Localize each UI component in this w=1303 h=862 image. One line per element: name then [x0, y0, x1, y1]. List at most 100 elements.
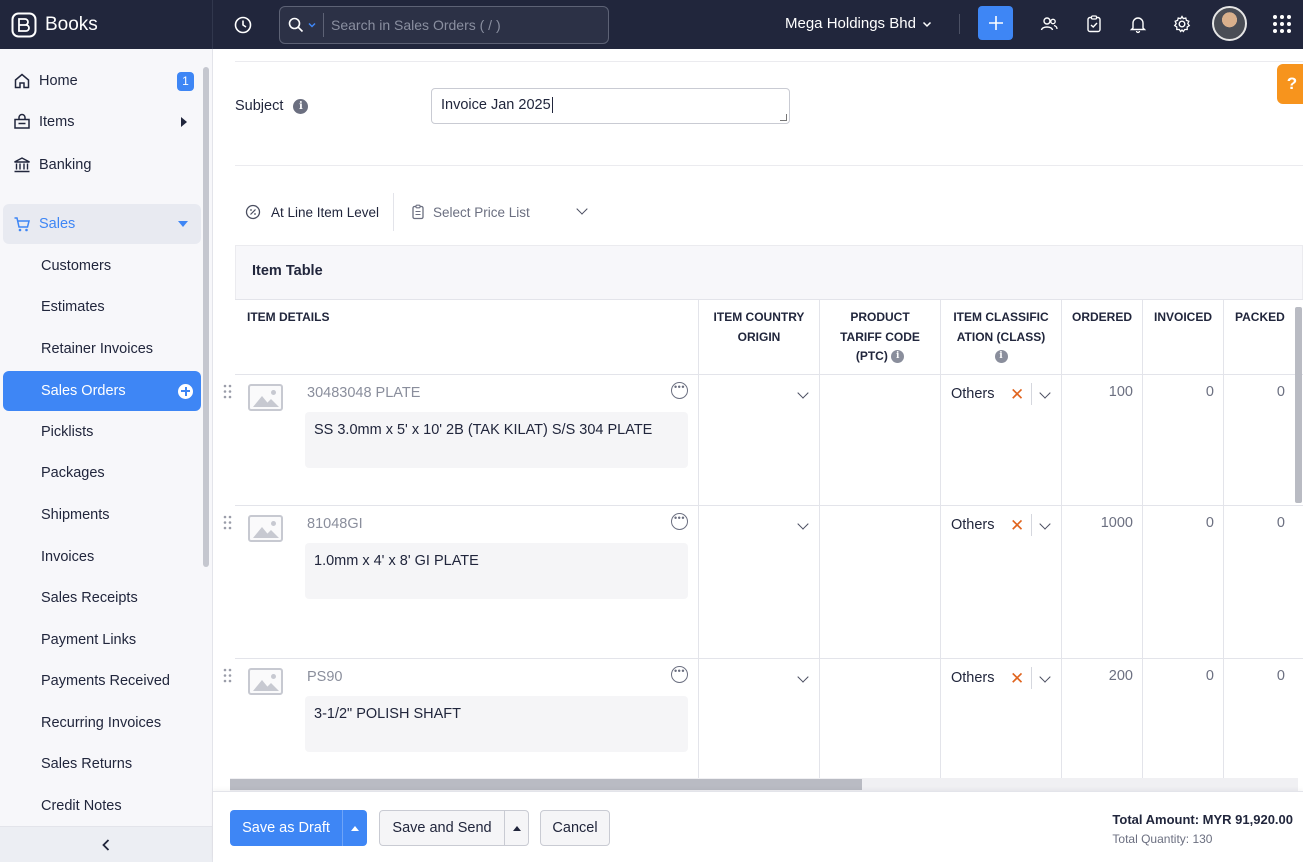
settings-gear-icon[interactable] — [1171, 13, 1193, 35]
item-image-placeholder-icon[interactable] — [248, 668, 283, 695]
sidebar-item-customers[interactable]: Customers — [41, 255, 111, 277]
price-list-select[interactable]: Select Price List — [410, 203, 588, 220]
collapse-sidebar-button[interactable] — [0, 826, 212, 862]
more-options-icon[interactable]: ••• — [671, 666, 688, 683]
sidebar-item-banking[interactable]: Banking — [0, 145, 201, 185]
quick-create-button[interactable] — [978, 6, 1013, 40]
classification-header-text: ITEM CLASSIFICATION (CLASS) — [953, 310, 1049, 344]
item-description[interactable]: SS 3.0mm x 5' x 10' 2B (TAK KILAT) S/S 3… — [305, 412, 688, 468]
clear-classification-icon[interactable]: ✕ — [1010, 516, 1024, 536]
country-origin-dropdown-icon[interactable] — [797, 518, 809, 530]
item-description[interactable]: 3-1/2" POLISH SHAFT — [305, 696, 688, 752]
sidebar-item-sales-receipts[interactable]: Sales Receipts — [41, 587, 138, 609]
sidebar-item-sales-orders[interactable]: Sales Orders — [3, 371, 201, 411]
sidebar-item-shipments[interactable]: Shipments — [41, 504, 110, 526]
classification-dropdown-icon[interactable] — [1039, 518, 1051, 530]
save-and-send-button[interactable]: Save and Send — [380, 820, 504, 836]
item-sku[interactable]: 30483048 PLATE — [307, 385, 420, 401]
cell-divider — [819, 506, 820, 658]
cancel-button[interactable]: Cancel — [540, 810, 610, 846]
subject-field[interactable]: Invoice Jan 2025 — [431, 88, 790, 124]
item-image-placeholder-icon[interactable] — [248, 515, 283, 542]
column-header-packed: PACKED — [1223, 300, 1303, 376]
recent-history-icon[interactable] — [232, 14, 254, 36]
sidebar-item-home[interactable]: Home 1 — [0, 61, 201, 101]
resize-handle-icon[interactable] — [780, 114, 787, 121]
drag-handle-icon[interactable] — [223, 384, 232, 399]
country-origin-dropdown-icon[interactable] — [797, 671, 809, 683]
more-options-icon[interactable]: ••• — [671, 513, 688, 530]
item-sku[interactable]: 81048GI — [307, 516, 363, 532]
divider — [1031, 667, 1032, 689]
notification-bell-icon[interactable] — [1127, 13, 1149, 35]
table-vertical-scrollbar[interactable] — [1293, 307, 1303, 777]
sidebar-item-picklists[interactable]: Picklists — [41, 421, 93, 443]
classification-dropdown-icon[interactable] — [1039, 671, 1051, 683]
brand[interactable]: Books — [0, 0, 213, 49]
search-scope-selector[interactable] — [280, 12, 324, 37]
save-send-options-caret-icon[interactable] — [513, 825, 521, 831]
tasks-icon[interactable] — [1083, 13, 1105, 35]
help-button[interactable]: ? — [1277, 64, 1303, 104]
info-icon[interactable]: i — [891, 350, 905, 364]
search-icon — [288, 17, 304, 32]
add-sales-order-icon[interactable] — [178, 383, 193, 399]
sidebar-item-invoices[interactable]: Invoices — [41, 546, 94, 568]
chevron-left-icon — [102, 838, 110, 851]
sidebar-item-payment-links[interactable]: Payment Links — [41, 629, 136, 651]
save-draft-options-caret-icon[interactable] — [351, 825, 359, 831]
save-as-draft-button[interactable]: Save as Draft — [230, 820, 342, 836]
sidebar-item-sales-returns[interactable]: Sales Returns — [41, 753, 132, 775]
sidebar-item-credit-notes[interactable]: Credit Notes — [41, 795, 122, 817]
discount-level-selector[interactable]: At Line Item Level — [245, 204, 379, 220]
subject-value: Invoice Jan 2025 — [441, 97, 551, 113]
table-horizontal-scrollbar[interactable] — [230, 778, 1298, 791]
item-description[interactable]: 1.0mm x 4' x 8' GI PLATE — [305, 543, 688, 599]
item-table-header: ITEM DETAILS ITEM COUNTRY ORIGIN PRODUCT… — [235, 299, 1303, 376]
section-divider — [235, 61, 1303, 62]
sidebar-item-estimates[interactable]: Estimates — [41, 296, 105, 318]
sidebar-item-items[interactable]: Items — [0, 102, 201, 142]
info-icon[interactable]: i — [994, 350, 1008, 364]
total-quantity: Total Quantity: 130 — [1112, 832, 1213, 846]
country-origin-dropdown-icon[interactable] — [797, 387, 809, 399]
subject-label-text: Subject — [235, 98, 284, 114]
cell-divider — [819, 375, 820, 505]
sidebar-scrollbar[interactable] — [203, 67, 209, 567]
packed-qty: 0 — [1276, 384, 1285, 400]
search-input[interactable] — [324, 16, 608, 33]
sidebar-item-retainer-invoices[interactable]: Retainer Invoices — [41, 338, 153, 360]
packed-qty: 0 — [1276, 515, 1285, 531]
users-icon[interactable] — [1038, 13, 1060, 35]
info-icon[interactable]: i — [293, 98, 309, 114]
cell-divider — [940, 506, 941, 658]
classification-dropdown-icon[interactable] — [1039, 387, 1051, 399]
drag-handle-icon[interactable] — [223, 668, 232, 683]
clear-classification-icon[interactable]: ✕ — [1010, 385, 1024, 405]
app-grid-icon[interactable] — [1272, 14, 1292, 34]
form-footer: Save as Draft Save and Send Cancel Total… — [213, 791, 1303, 862]
scrollbar-thumb[interactable] — [230, 779, 862, 790]
divider — [1031, 383, 1032, 405]
invoiced-qty: 0 — [1205, 384, 1214, 400]
cell-divider — [698, 506, 699, 658]
item-sku[interactable]: PS90 — [307, 669, 342, 685]
organization-switcher[interactable]: Mega Holdings Bhd — [785, 15, 933, 32]
more-options-icon[interactable]: ••• — [671, 382, 688, 399]
divider — [1031, 514, 1032, 536]
drag-handle-icon[interactable] — [223, 515, 232, 530]
user-avatar[interactable] — [1212, 6, 1247, 41]
shopping-cart-icon — [12, 214, 32, 234]
classification-value[interactable]: Others — [951, 670, 995, 686]
discount-level-label: At Line Item Level — [271, 204, 380, 220]
sidebar-item-recurring-invoices[interactable]: Recurring Invoices — [41, 712, 161, 734]
sidebar-item-payments-received[interactable]: Payments Received — [41, 670, 170, 692]
column-header-ptc: PRODUCT TARIFF CODE (PTC) i — [819, 300, 940, 376]
classification-value[interactable]: Others — [951, 517, 995, 533]
sidebar-item-packages[interactable]: Packages — [41, 462, 105, 484]
sidebar-item-sales[interactable]: Sales — [3, 204, 201, 244]
clear-classification-icon[interactable]: ✕ — [1010, 669, 1024, 689]
scrollbar-thumb[interactable] — [1295, 307, 1302, 503]
classification-value[interactable]: Others — [951, 386, 995, 402]
item-image-placeholder-icon[interactable] — [248, 384, 283, 411]
